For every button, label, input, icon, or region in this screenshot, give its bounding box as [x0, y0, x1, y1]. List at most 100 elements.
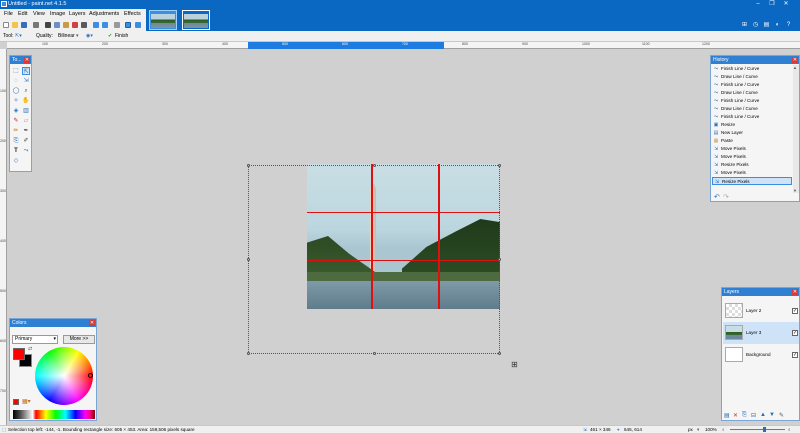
move-selection-tool-icon[interactable]: ⇱▾ [15, 33, 22, 39]
palette-strip[interactable] [13, 410, 95, 419]
swap-colors-icon[interactable]: ⇄ [28, 346, 32, 352]
paint-bucket-icon[interactable]: ◈ [12, 107, 20, 115]
units-dropdown[interactable]: px [688, 427, 693, 432]
resize-handle[interactable] [373, 352, 376, 355]
history-item[interactable]: ⤳ Finish Line / Curve [712, 65, 793, 73]
crop-icon[interactable] [72, 22, 78, 28]
eraser-icon[interactable]: ▱ [22, 117, 30, 125]
chevron-down-icon[interactable]: ▾ [76, 33, 79, 39]
menu-effects[interactable]: Effects [124, 11, 141, 17]
layer-visibility-checkbox[interactable]: ✓ [792, 352, 798, 358]
history-close-icon[interactable]: ✕ [792, 57, 798, 63]
minimize-icon[interactable]: – [751, 0, 765, 9]
history-undo-icon[interactable]: ↶ [714, 193, 720, 201]
more-colors-button[interactable]: More >> [63, 335, 95, 344]
selection-marquee[interactable] [247, 164, 501, 355]
image-thumbnail-2[interactable] [182, 10, 210, 30]
grid-icon[interactable] [114, 22, 120, 28]
settings-icon[interactable] [135, 22, 141, 28]
layers-window-icon[interactable]: ▤ [763, 22, 770, 29]
color-wheel-cursor[interactable] [88, 373, 93, 378]
close-icon[interactable]: ✕ [779, 0, 793, 9]
resize-handle[interactable] [373, 164, 376, 167]
recolor-icon[interactable]: ✐ [22, 137, 30, 145]
color-wheel[interactable] [35, 347, 93, 405]
redo-icon[interactable] [102, 22, 108, 28]
pan-icon[interactable]: ✋ [22, 97, 30, 105]
zoom-level[interactable]: 100% [705, 427, 717, 432]
menu-edit[interactable]: Edit [18, 11, 27, 17]
zoom-slider-track[interactable] [730, 429, 785, 430]
deselect-icon[interactable] [81, 22, 87, 28]
history-scrollbar[interactable]: ▲ ▼ [793, 65, 799, 193]
move-selected-icon[interactable]: ⇲ [22, 77, 30, 85]
menu-layers[interactable]: Layers [69, 11, 86, 17]
tools-window-icon[interactable]: ⊞ [741, 22, 748, 29]
magic-wand-icon[interactable]: ✧ [12, 97, 20, 105]
history-item[interactable]: ▣ Resize [712, 121, 793, 129]
color-picker-icon[interactable]: ✒ [22, 127, 30, 135]
history-item[interactable]: ⇲ Move Pixels [712, 169, 793, 177]
primary-color-swatch[interactable] [13, 348, 25, 360]
new-image-icon[interactable] [3, 22, 9, 28]
history-item[interactable]: ⤳ Finish Line / Curve [712, 81, 793, 89]
layers-close-icon[interactable]: ✕ [792, 289, 798, 295]
resize-handle[interactable] [498, 164, 501, 167]
scroll-down-icon[interactable]: ▼ [793, 188, 797, 193]
sampling-icon[interactable]: ◉▾ [86, 33, 93, 39]
layer-properties-icon[interactable]: ✎ [779, 412, 784, 419]
layer-row[interactable]: Background ✓ [723, 344, 799, 366]
resize-handle[interactable] [247, 352, 250, 355]
move-selection-icon[interactable]: ⇱ [22, 67, 30, 75]
history-item[interactable]: ⇲ Move Pixels [712, 145, 793, 153]
resize-handle[interactable] [247, 258, 250, 261]
finish-button[interactable]: Finish [115, 33, 128, 39]
ruler-toggle-icon[interactable] [125, 22, 131, 28]
move-layer-up-icon[interactable]: ▲ [760, 412, 766, 418]
history-item-selected[interactable]: ⇲ Resize Pixels [712, 177, 792, 185]
maximize-icon[interactable]: ❐ [765, 0, 779, 9]
merge-layer-icon[interactable]: ⊟ [751, 412, 756, 419]
history-item[interactable]: ⤳ Draw Line / Curve [712, 89, 793, 97]
resize-handle[interactable] [247, 164, 250, 167]
zoom-in-icon[interactable]: ⌕ [788, 427, 791, 432]
history-item[interactable]: ⤳ Finish Line / Curve [712, 97, 793, 105]
cut-icon[interactable] [45, 22, 51, 28]
duplicate-layer-icon[interactable]: ⎘ [742, 412, 747, 419]
colors-window-icon[interactable]: ◐ [774, 22, 781, 29]
paintbrush-icon[interactable]: ✎ [12, 117, 20, 125]
pencil-icon[interactable]: ✏ [12, 127, 20, 135]
menu-view[interactable]: View [33, 11, 45, 17]
history-item[interactable]: ▦ Paste [712, 137, 793, 145]
menu-adjustments[interactable]: Adjustments [89, 11, 119, 17]
quality-dropdown[interactable]: Bilinear [58, 33, 75, 39]
zoom-slider-thumb[interactable] [763, 427, 766, 432]
delete-layer-icon[interactable]: ✕ [733, 412, 738, 419]
history-item[interactable]: ⇲ Move Pixels [712, 153, 793, 161]
rectangle-select-icon[interactable]: ⬚ [12, 67, 20, 75]
layer-visibility-checkbox[interactable]: ✓ [792, 308, 798, 314]
history-item[interactable]: ⇲ Resize Pixels [712, 161, 793, 169]
colors-close-icon[interactable]: ✕ [89, 320, 95, 326]
shapes-icon[interactable]: ◇ [12, 157, 20, 165]
text-icon[interactable]: T [12, 147, 20, 155]
zoom-out-icon[interactable]: ⌕ [722, 427, 725, 432]
copy-icon[interactable] [54, 22, 60, 28]
menu-file[interactable]: File [4, 11, 13, 17]
gradient-icon[interactable]: ▥ [22, 107, 30, 115]
scroll-up-icon[interactable]: ▲ [793, 65, 797, 70]
undo-icon[interactable] [93, 22, 99, 28]
help-icon[interactable]: ? [785, 22, 792, 29]
history-item[interactable]: ▤ New Layer [712, 129, 793, 137]
history-item[interactable]: ⤳ Draw Line / Curve [712, 105, 793, 113]
layer-row[interactable]: Layer 2 ✓ [723, 300, 799, 322]
open-icon[interactable] [12, 22, 18, 28]
add-layer-icon[interactable]: ▤ [724, 412, 730, 419]
menu-image[interactable]: Image [50, 11, 65, 17]
clone-stamp-icon[interactable]: ⎘ [12, 137, 20, 145]
color-mode-dropdown[interactable]: Primary ▾ [12, 335, 58, 344]
paste-icon[interactable] [63, 22, 69, 28]
recent-color-swatch[interactable] [13, 399, 19, 405]
layer-visibility-checkbox[interactable]: ✓ [792, 330, 798, 336]
chevron-down-icon[interactable]: ▾ [697, 427, 699, 433]
